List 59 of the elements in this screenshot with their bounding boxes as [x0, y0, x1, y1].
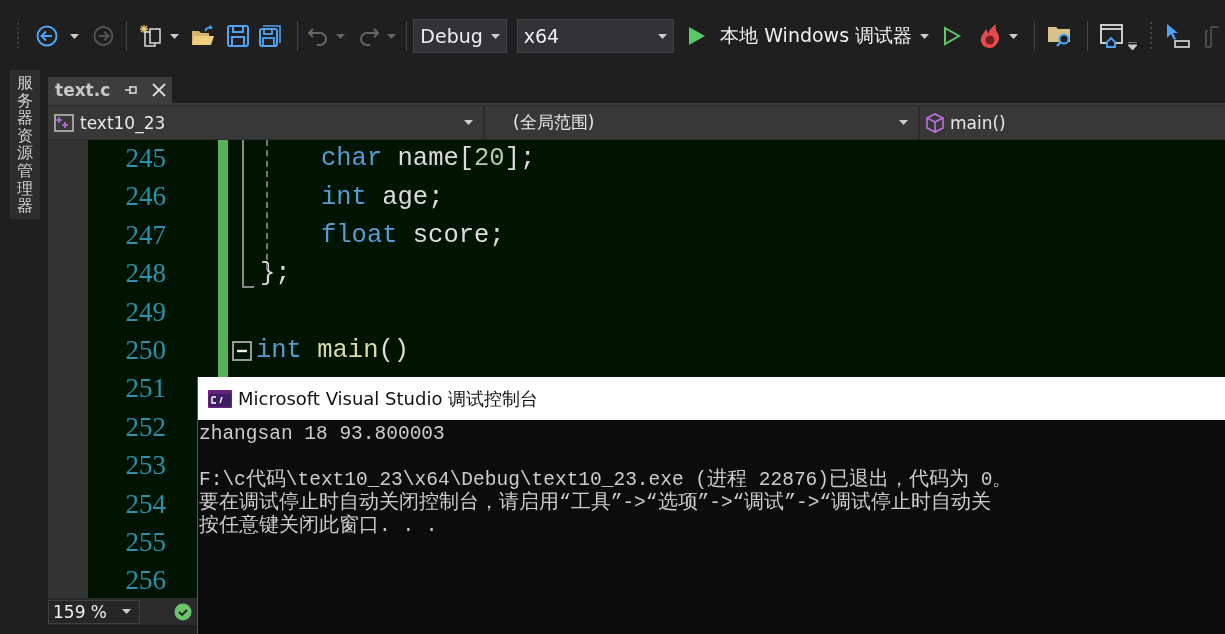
caret-icon[interactable] [1009, 33, 1019, 39]
console-icon [208, 389, 232, 408]
server-explorer-tab[interactable]: 服务器资源管理器 [10, 70, 40, 219]
line-number: 248 [124, 257, 166, 291]
close-icon[interactable] [152, 83, 167, 97]
line-number: 247 [124, 218, 166, 252]
zoom-dropdown[interactable]: 159 % [48, 599, 140, 624]
member-dropdown[interactable]: main() [920, 106, 1225, 139]
undo-icon[interactable] [308, 25, 329, 47]
line-number: 250 [124, 333, 166, 367]
line-number: 252 [124, 410, 166, 444]
line-number: 246 [124, 180, 166, 214]
caret-icon[interactable] [658, 33, 668, 39]
line-number: 251 [124, 372, 166, 406]
play-icon[interactable] [688, 26, 707, 46]
redo-icon[interactable] [359, 25, 380, 47]
caret-icon[interactable] [899, 120, 908, 125]
save-all-icon[interactable] [259, 25, 282, 47]
caret-icon[interactable] [464, 120, 473, 125]
project-dropdown[interactable]: text10_23 [48, 106, 483, 139]
back-icon[interactable] [35, 25, 58, 47]
caret-icon[interactable] [1127, 42, 1137, 50]
line-number: 253 [124, 449, 166, 483]
console-output-line: 按任意键关闭此窗口. . . [199, 515, 439, 538]
console-title: Microsoft Visual Studio 调试控制台 [238, 386, 539, 411]
code-line: float score; [321, 219, 505, 252]
collapse-icon[interactable] [232, 341, 252, 362]
line-number: 256 [124, 564, 166, 598]
caret-icon[interactable] [920, 33, 930, 39]
debugger-button[interactable]: 本地 Windows 调试器 [720, 23, 913, 49]
code-line: int age; [321, 181, 444, 214]
configuration-dropdown[interactable]: Debug [413, 19, 507, 53]
caret-icon[interactable] [490, 33, 500, 39]
check-icon [174, 602, 192, 621]
cube-icon [926, 112, 944, 133]
scope-dropdown[interactable]: (全局范围) [485, 106, 918, 139]
window-home-icon[interactable] [1099, 24, 1124, 48]
caret-icon[interactable] [122, 609, 131, 614]
flame-icon[interactable] [979, 23, 1002, 49]
play-outline-icon[interactable] [943, 26, 962, 46]
caret-icon[interactable] [69, 33, 79, 39]
code-line: int main() [256, 335, 410, 368]
caret-icon[interactable] [170, 33, 180, 39]
line-number: 245 [124, 142, 166, 175]
project-icon [54, 113, 74, 132]
pointer-icon[interactable] [1164, 23, 1191, 49]
save-icon[interactable] [227, 25, 250, 47]
code-line: char name[20]; [321, 143, 536, 176]
console-output-line: zhangsan 18 93.800003 [199, 423, 446, 446]
document-tab[interactable]: text.c [48, 77, 173, 103]
console-output-line: 要在调试停止时自动关闭控制台，请启用“工具”->“选项”->“调试”->“调试停止时自动关 [199, 492, 993, 514]
line-number: 249 [124, 295, 166, 329]
open-folder-icon[interactable] [191, 25, 216, 47]
line-number: 255 [124, 525, 166, 559]
platform-dropdown[interactable]: x64 [516, 19, 675, 53]
line-number: 254 [124, 487, 166, 521]
pin-icon[interactable] [124, 83, 139, 97]
grip-icon [1148, 21, 1153, 51]
console-output-line: F:\c代码\text10_23\x64\Debug\text10_23.exe (进程 22876)已退出，代码为 0。 [199, 467, 1014, 491]
